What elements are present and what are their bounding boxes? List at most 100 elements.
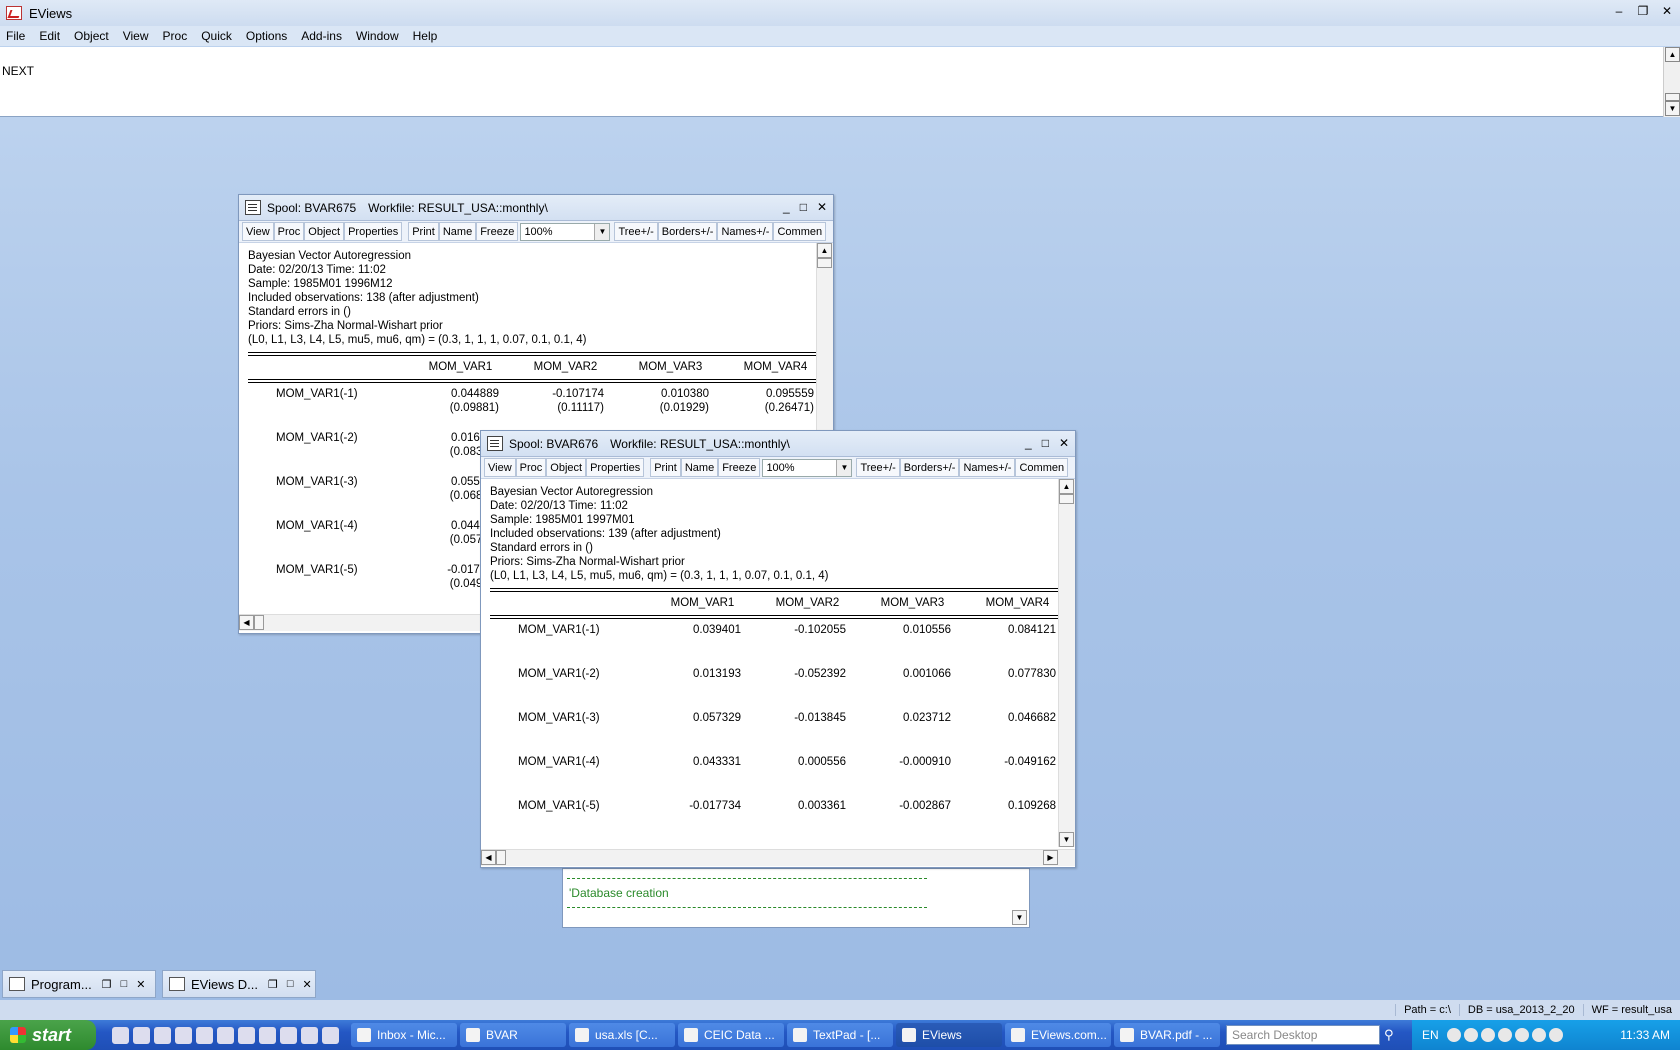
maximize-icon[interactable]: □ xyxy=(1042,436,1049,450)
properties-button[interactable]: Properties xyxy=(344,222,403,241)
scroll-up-icon[interactable]: ▲ xyxy=(1059,479,1074,494)
scroll-left-icon[interactable]: ◀ xyxy=(239,615,254,630)
volume-icon[interactable] xyxy=(1531,1028,1546,1042)
minimize-icon[interactable]: _ xyxy=(783,200,790,214)
print-button[interactable]: Print xyxy=(408,222,439,241)
maximize-icon[interactable]: □ xyxy=(287,978,294,991)
spool-title-bar[interactable]: Spool: BVAR676 Workfile: RESULT_USA::mon… xyxy=(481,431,1075,457)
menu-object[interactable]: Object xyxy=(68,29,115,43)
restore-icon[interactable]: ❐ xyxy=(102,978,112,991)
name-button[interactable]: Name xyxy=(680,458,719,477)
back-icon[interactable] xyxy=(1446,1028,1461,1042)
scroll-thumb[interactable] xyxy=(1059,494,1074,504)
clock[interactable]: 11:33 AM xyxy=(1620,1028,1670,1042)
view-button[interactable]: View xyxy=(242,222,274,241)
menu-options[interactable]: Options xyxy=(240,29,293,43)
freeze-button[interactable]: Freeze xyxy=(476,222,519,241)
maximize-icon[interactable]: □ xyxy=(121,978,128,991)
close-icon[interactable]: ✕ xyxy=(1660,4,1674,18)
toolbox-icon[interactable] xyxy=(259,1026,276,1044)
scroll-up-icon[interactable]: ▲ xyxy=(1665,47,1680,62)
outlook-tray-icon[interactable] xyxy=(1480,1028,1495,1042)
names-toggle-button[interactable]: Names+/- xyxy=(959,458,1016,477)
menu-edit[interactable]: Edit xyxy=(33,29,66,43)
tree-toggle-button[interactable]: Tree+/- xyxy=(614,222,658,241)
vertical-scrollbar[interactable]: ▲ ▼ xyxy=(1058,479,1075,847)
program-comment[interactable]: 'Database creation xyxy=(569,886,669,900)
menu-proc[interactable]: Proc xyxy=(157,29,194,43)
taskbar-button-ceic[interactable]: CEIC Data ... xyxy=(678,1023,784,1047)
taskbar-button-inbox[interactable]: Inbox - Mic... xyxy=(351,1023,457,1047)
command-window[interactable]: NEXT ▲ ▼ xyxy=(0,47,1680,117)
network-icon[interactable] xyxy=(1497,1028,1512,1042)
safely-remove-icon[interactable] xyxy=(1514,1028,1529,1042)
excel-icon[interactable] xyxy=(133,1026,150,1044)
scroll-up-icon[interactable]: ▲ xyxy=(817,243,832,258)
outlook-icon[interactable] xyxy=(238,1026,255,1044)
minimized-window-program[interactable]: Program... ❐ □ ✕ xyxy=(2,970,156,998)
zoom-select[interactable]: 100% ▼ xyxy=(520,222,611,241)
minimized-window-eviews-database[interactable]: EViews D... ❐ □ ✕ xyxy=(162,970,316,998)
scroll-thumb[interactable] xyxy=(254,615,264,630)
search-icon[interactable]: ⚲ xyxy=(1384,1027,1394,1043)
menu-window[interactable]: Window xyxy=(350,29,405,43)
program-window[interactable]: 'Database creation ▼ xyxy=(562,868,1030,928)
taskbar-button-bvar-folder[interactable]: BVAR xyxy=(460,1023,566,1047)
zoom-select[interactable]: 100% ▼ xyxy=(762,458,853,477)
spool-title-bar[interactable]: Spool: BVAR675 Workfile: RESULT_USA::mon… xyxy=(239,195,833,221)
calculator-icon[interactable] xyxy=(217,1026,234,1044)
spool-window-bvar676[interactable]: Spool: BVAR676 Workfile: RESULT_USA::mon… xyxy=(480,430,1076,868)
taskbar-button-textpad[interactable]: TextPad - [... xyxy=(787,1023,893,1047)
scroll-thumb[interactable] xyxy=(496,850,506,865)
taskbar-button-eviews-com[interactable]: EViews.com... xyxy=(1005,1023,1111,1047)
menu-quick[interactable]: Quick xyxy=(195,29,238,43)
close-icon[interactable]: ✕ xyxy=(817,200,827,214)
borders-toggle-button[interactable]: Borders+/- xyxy=(657,222,718,241)
scroll-down-icon[interactable]: ▼ xyxy=(1059,832,1074,847)
close-icon[interactable]: ✕ xyxy=(1059,436,1069,450)
restore-icon[interactable]: ❐ xyxy=(1636,4,1650,18)
close-icon[interactable]: ✕ xyxy=(136,978,145,991)
excel-alt-icon[interactable] xyxy=(280,1026,297,1044)
security-icon[interactable] xyxy=(1548,1028,1563,1042)
name-button[interactable]: Name xyxy=(438,222,477,241)
start-button[interactable]: start xyxy=(0,1020,96,1050)
taskbar-button-bvar-pdf[interactable]: BVAR.pdf - ... xyxy=(1114,1023,1220,1047)
menu-file[interactable]: File xyxy=(0,29,31,43)
scroll-thumb[interactable] xyxy=(817,258,832,268)
horizontal-scrollbar[interactable]: ◀ ▶ xyxy=(481,849,1075,866)
names-toggle-button[interactable]: Names+/- xyxy=(717,222,774,241)
scroll-thumb[interactable] xyxy=(1665,93,1680,101)
chevron-down-icon[interactable]: ▼ xyxy=(836,459,852,476)
people-icon[interactable] xyxy=(175,1026,192,1044)
freeze-button[interactable]: Freeze xyxy=(718,458,761,477)
object-button[interactable]: Object xyxy=(546,458,587,477)
command-text[interactable]: NEXT xyxy=(2,64,34,78)
maximize-icon[interactable]: □ xyxy=(800,200,807,214)
borders-toggle-button[interactable]: Borders+/- xyxy=(899,458,960,477)
menu-add-ins[interactable]: Add-ins xyxy=(295,29,348,43)
chrome-icon[interactable] xyxy=(322,1026,339,1044)
taskbar-button-eviews[interactable]: EViews xyxy=(896,1023,1002,1047)
comments-toggle-button[interactable]: Commen xyxy=(1015,458,1069,477)
minimize-icon[interactable]: _ xyxy=(1025,436,1032,450)
close-icon[interactable]: ✕ xyxy=(302,978,311,991)
proc-button[interactable]: Proc xyxy=(273,222,305,241)
show-desktop-icon[interactable] xyxy=(112,1026,129,1044)
desktop-search-input[interactable]: Search Desktop xyxy=(1226,1025,1380,1045)
chevron-down-icon[interactable]: ▼ xyxy=(594,223,610,240)
proc-button[interactable]: Proc xyxy=(515,458,547,477)
scroll-down-icon[interactable]: ▼ xyxy=(1012,910,1027,925)
scroll-right-icon[interactable]: ▶ xyxy=(1043,850,1058,865)
language-indicator[interactable]: EN xyxy=(1422,1028,1439,1042)
print-button[interactable]: Print xyxy=(650,458,681,477)
properties-button[interactable]: Properties xyxy=(586,458,645,477)
minimize-icon[interactable]: – xyxy=(1612,4,1626,18)
scroll-down-icon[interactable]: ▼ xyxy=(1665,101,1680,116)
word-icon[interactable] xyxy=(196,1026,213,1044)
comments-toggle-button[interactable]: Commen xyxy=(773,222,827,241)
menu-help[interactable]: Help xyxy=(407,29,444,43)
help-icon[interactable] xyxy=(154,1026,171,1044)
object-button[interactable]: Object xyxy=(304,222,345,241)
internet-explorer-icon[interactable] xyxy=(301,1026,318,1044)
